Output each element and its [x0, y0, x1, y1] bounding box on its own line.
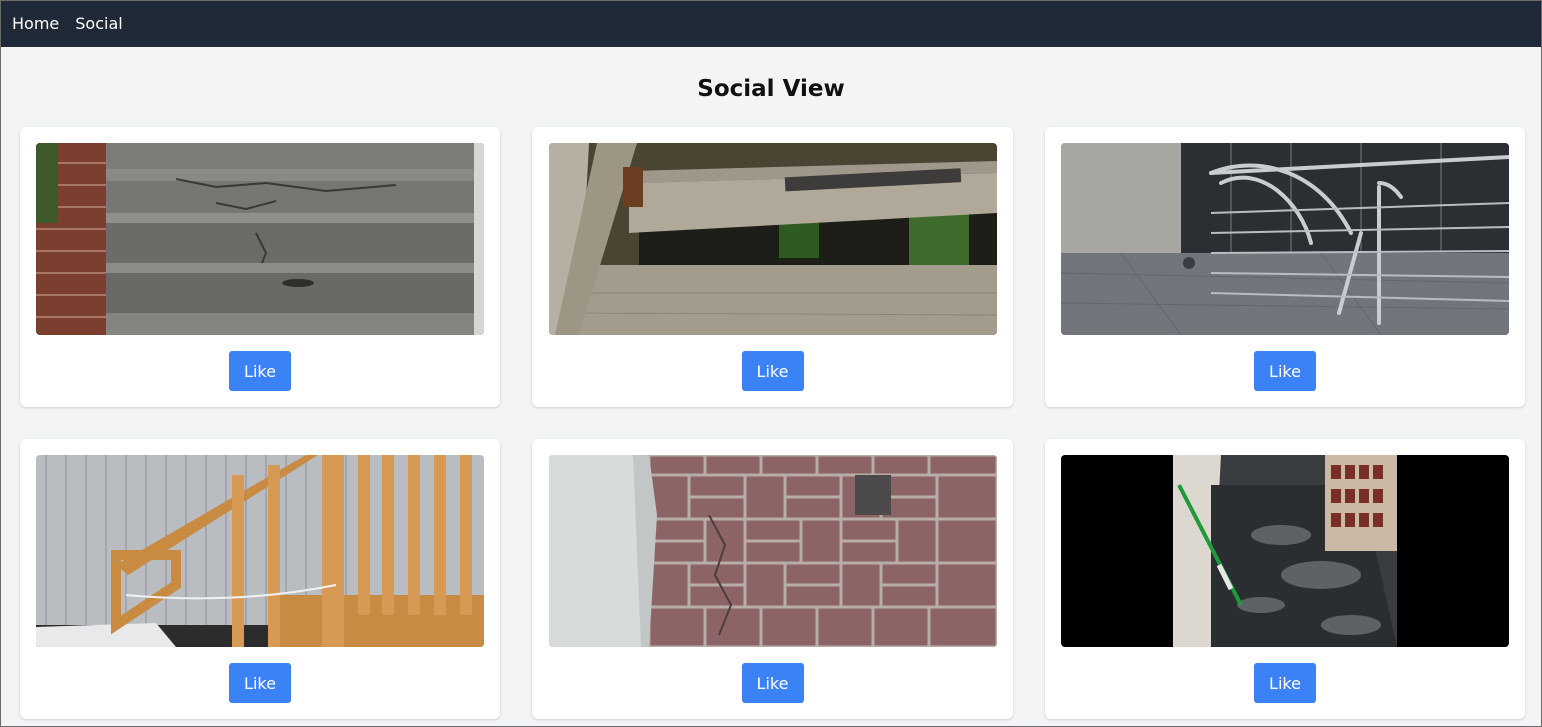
- like-button[interactable]: Like: [1254, 351, 1316, 391]
- like-button[interactable]: Like: [229, 663, 291, 703]
- nav-link-social[interactable]: Social: [75, 14, 122, 34]
- app-frame: Home Social Social View Like Like Like L…: [0, 0, 1542, 727]
- like-button[interactable]: Like: [741, 351, 804, 391]
- post-card: Like: [1045, 439, 1525, 719]
- like-button[interactable]: Like: [1254, 663, 1316, 703]
- post-card: Like: [532, 127, 1013, 407]
- post-card: Like: [532, 439, 1013, 719]
- post-card: Like: [20, 439, 500, 719]
- post-photo-bent-metal-railing: [1061, 143, 1509, 335]
- post-card: Like: [1045, 127, 1525, 407]
- page-title: Social View: [697, 76, 845, 102]
- top-navbar: Home Social: [1, 1, 1541, 47]
- nav-link-home[interactable]: Home: [12, 14, 59, 34]
- like-button[interactable]: Like: [741, 663, 804, 703]
- post-photo-wooden-stair-railing: [36, 455, 484, 647]
- post-photo-cracked-brick-paving: [548, 455, 997, 647]
- post-photo-broken-wooden-stair-tread: [548, 143, 997, 335]
- post-grid: Like Like Like Like Like Like: [20, 127, 1526, 719]
- post-photo-cracked-concrete-stairs: [36, 143, 484, 335]
- post-photo-wet-store-floor: [1061, 455, 1509, 647]
- post-card: Like: [20, 127, 500, 407]
- like-button[interactable]: Like: [229, 351, 291, 391]
